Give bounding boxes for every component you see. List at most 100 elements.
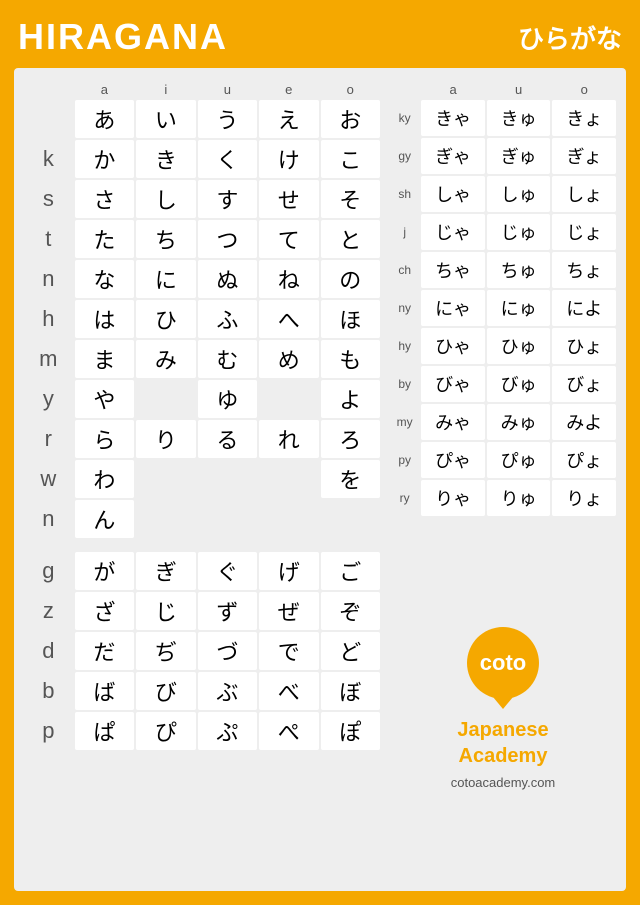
voiced-label-1: z <box>24 592 73 630</box>
right-panel: a u o kyきゃきゅきょgyぎゃぎゅぎょshしゃしゅしょjじゃじゅじょchち… <box>388 78 618 881</box>
combo-char-2-1: しゅ <box>487 176 551 212</box>
combo-char-3-0: じゃ <box>421 214 485 250</box>
combo-char-3-2: じょ <box>552 214 616 250</box>
combo-char-1-2: ぎょ <box>552 138 616 174</box>
main-hiragana-table: a i u e o あいうえおkかきくけこsさしすせそtたちつてとnなにぬねのh… <box>22 78 382 540</box>
combo-char-5-0: にゃ <box>421 290 485 326</box>
main-char-3-1: ち <box>136 220 195 258</box>
main-char-10-4 <box>321 500 380 538</box>
combo-col-u: u <box>487 80 551 98</box>
row-label-0 <box>24 100 73 138</box>
main-char-2-4: そ <box>321 180 380 218</box>
logo-area: coto Japanese Academy cotoacademy.com <box>388 536 618 881</box>
main-char-5-1: ひ <box>136 300 195 338</box>
main-char-9-3 <box>259 460 318 498</box>
voiced-char-0-1: ぎ <box>136 552 195 590</box>
voiced-label-0: g <box>24 552 73 590</box>
voiced-char-2-1: ぢ <box>136 632 195 670</box>
academy-line2: Academy <box>459 745 548 767</box>
voiced-char-3-2: ぶ <box>198 672 257 710</box>
main-char-6-1: み <box>136 340 195 378</box>
col-header-o: o <box>321 80 380 98</box>
combo-table: a u o kyきゃきゅきょgyぎゃぎゅぎょshしゃしゅしょjじゃじゅじょchち… <box>388 78 618 518</box>
voiced-char-1-1: じ <box>136 592 195 630</box>
voiced-label-2: d <box>24 632 73 670</box>
main-char-6-0: ま <box>75 340 134 378</box>
main-char-9-2 <box>198 460 257 498</box>
main-char-9-0: わ <box>75 460 134 498</box>
voiced-char-1-3: ぜ <box>259 592 318 630</box>
main-char-7-0: や <box>75 380 134 418</box>
main-char-10-2 <box>198 500 257 538</box>
voiced-char-3-1: び <box>136 672 195 710</box>
combo-label-2: sh <box>390 176 419 212</box>
voiced-char-4-0: ぱ <box>75 712 134 750</box>
voiced-char-0-4: ご <box>321 552 380 590</box>
main-char-5-4: ほ <box>321 300 380 338</box>
main-char-7-3 <box>259 380 318 418</box>
main-char-1-4: こ <box>321 140 380 178</box>
row-label-1: k <box>24 140 73 178</box>
main-char-3-0: た <box>75 220 134 258</box>
combo-char-4-2: ちょ <box>552 252 616 288</box>
combo-char-4-0: ちゃ <box>421 252 485 288</box>
main-char-2-0: さ <box>75 180 134 218</box>
combo-char-10-1: りゅ <box>487 480 551 516</box>
main-char-1-1: き <box>136 140 195 178</box>
main-char-7-4: よ <box>321 380 380 418</box>
main-char-5-3: へ <box>259 300 318 338</box>
main-char-5-2: ふ <box>198 300 257 338</box>
combo-char-5-2: によ <box>552 290 616 326</box>
row-label-2: s <box>24 180 73 218</box>
combo-label-5: ny <box>390 290 419 326</box>
row-label-3: t <box>24 220 73 258</box>
row-label-10: n <box>24 500 73 538</box>
combo-col-a: a <box>421 80 485 98</box>
main-char-4-0: な <box>75 260 134 298</box>
main-char-9-4: を <box>321 460 380 498</box>
combo-char-10-0: りゃ <box>421 480 485 516</box>
voiced-hiragana-table: gがぎぐげごzざじずぜぞdだぢづでどbばびぶべぼpぱぴぷぺぽ <box>22 550 382 752</box>
main-char-4-2: ぬ <box>198 260 257 298</box>
row-label-7: y <box>24 380 73 418</box>
voiced-char-0-0: が <box>75 552 134 590</box>
academy-line1: Japanese <box>457 719 548 741</box>
combo-char-8-0: みゃ <box>421 404 485 440</box>
voiced-char-1-4: ぞ <box>321 592 380 630</box>
combo-char-5-1: にゅ <box>487 290 551 326</box>
combo-col-o: o <box>552 80 616 98</box>
combo-char-8-2: みよ <box>552 404 616 440</box>
voiced-char-0-3: げ <box>259 552 318 590</box>
main-char-8-4: ろ <box>321 420 380 458</box>
combo-char-10-2: りょ <box>552 480 616 516</box>
combo-char-7-1: びゅ <box>487 366 551 402</box>
combo-char-0-0: きゃ <box>421 100 485 136</box>
japanese-title: ひらがな <box>518 19 622 56</box>
combo-label-3: j <box>390 214 419 250</box>
voiced-char-4-2: ぷ <box>198 712 257 750</box>
combo-char-9-0: ぴゃ <box>421 442 485 478</box>
combo-empty-header <box>390 80 419 98</box>
main-char-6-4: も <box>321 340 380 378</box>
main-content: a i u e o あいうえおkかきくけこsさしすせそtたちつてとnなにぬねのh… <box>14 68 626 891</box>
main-char-2-3: せ <box>259 180 318 218</box>
main-char-0-2: う <box>198 100 257 138</box>
main-char-10-1 <box>136 500 195 538</box>
voiced-label-4: p <box>24 712 73 750</box>
combo-label-9: py <box>390 442 419 478</box>
main-char-6-3: め <box>259 340 318 378</box>
main-char-8-3: れ <box>259 420 318 458</box>
row-label-4: n <box>24 260 73 298</box>
col-header-i: i <box>136 80 195 98</box>
voiced-char-2-0: だ <box>75 632 134 670</box>
main-char-10-0: ん <box>75 500 134 538</box>
main-char-6-2: む <box>198 340 257 378</box>
combo-char-6-1: ひゅ <box>487 328 551 364</box>
coto-logo-bubble: coto <box>467 627 539 699</box>
main-char-7-2: ゆ <box>198 380 257 418</box>
main-char-8-2: る <box>198 420 257 458</box>
main-char-5-0: は <box>75 300 134 338</box>
voiced-char-0-2: ぐ <box>198 552 257 590</box>
page-title: HIRAGANA <box>18 16 228 58</box>
left-panel: a i u e o あいうえおkかきくけこsさしすせそtたちつてとnなにぬねのh… <box>22 78 382 881</box>
